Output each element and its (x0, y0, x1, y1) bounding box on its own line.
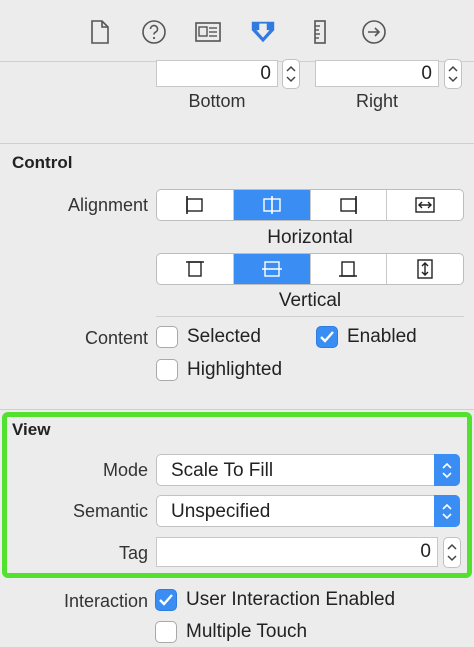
align-top-segment[interactable] (157, 254, 234, 284)
chevron-down-icon (447, 555, 457, 562)
align-bottom-icon (339, 261, 358, 277)
semantic-label: Semantic (72, 501, 148, 521)
semantic-popup[interactable]: Unspecified (156, 495, 460, 527)
align-left-segment[interactable] (157, 190, 234, 220)
multiple-touch-label: Multiple Touch (186, 621, 308, 642)
horizontal-caption: Horizontal (267, 227, 353, 248)
align-middle-icon (261, 261, 282, 277)
view-section-title: View (12, 420, 51, 439)
enabled-checkbox[interactable]: Enabled (316, 326, 417, 348)
chevron-up-icon (448, 65, 458, 72)
highlighted-label: Highlighted (187, 359, 283, 380)
highlighted-check-box[interactable] (156, 359, 178, 381)
chevron-up-icon (286, 65, 296, 72)
bottom-inset-stepper[interactable] (282, 59, 300, 89)
checkmark-icon (159, 594, 173, 606)
arrow-circle-icon[interactable] (360, 18, 388, 46)
popup-arrows-icon (434, 454, 460, 486)
attributes-arrow-icon[interactable] (249, 18, 277, 46)
chevron-down-icon (448, 76, 458, 83)
mode-label: Mode (102, 460, 148, 480)
bottom-inset-label: Bottom (188, 91, 246, 111)
interaction-label: Interaction (63, 591, 148, 611)
content-label: Content (84, 328, 148, 348)
tag-stepper[interactable] (443, 537, 461, 568)
multiple-touch-checkbox[interactable]: Multiple Touch (155, 621, 307, 643)
tag-field[interactable]: 0 (156, 537, 438, 567)
user-interaction-check-box[interactable] (155, 589, 177, 611)
vertical-alignment-control[interactable] (156, 253, 464, 285)
align-middle-segment[interactable] (233, 254, 311, 284)
user-interaction-checkbox[interactable]: User Interaction Enabled (155, 589, 395, 611)
identity-card-icon[interactable] (194, 18, 222, 46)
popup-arrows-icon (434, 495, 460, 527)
align-fill-vertical-segment[interactable] (387, 254, 463, 284)
align-left-icon (186, 196, 203, 214)
section-divider (0, 143, 474, 144)
align-center-segment[interactable] (233, 190, 311, 220)
selected-label: Selected (187, 326, 261, 347)
control-section-title: Control (12, 153, 73, 172)
selected-checkbox[interactable]: Selected (156, 326, 261, 348)
inspector-toolbar (0, 0, 474, 62)
align-top-icon (185, 261, 204, 277)
section-divider (0, 409, 474, 410)
fill-horizontal-icon (415, 197, 435, 213)
align-center-icon (262, 196, 281, 214)
selected-check-box[interactable] (156, 326, 178, 348)
enabled-check-box[interactable] (316, 326, 338, 348)
mode-value: Scale To Fill (171, 460, 274, 481)
user-interaction-label: User Interaction Enabled (186, 589, 396, 610)
enabled-label: Enabled (347, 326, 417, 347)
alignment-label: Alignment (67, 195, 148, 215)
control-inner-divider (156, 316, 464, 317)
align-right-segment[interactable] (311, 190, 388, 220)
fill-vertical-icon (417, 259, 433, 279)
align-bottom-segment[interactable] (311, 254, 388, 284)
vertical-caption: Vertical (278, 290, 342, 311)
align-right-icon (340, 196, 358, 214)
chevron-down-icon (286, 76, 296, 83)
horizontal-alignment-control[interactable] (156, 189, 464, 221)
align-fill-segment[interactable] (387, 190, 463, 220)
semantic-value: Unspecified (171, 501, 271, 522)
right-inset-stepper[interactable] (444, 59, 462, 89)
help-icon[interactable] (140, 18, 168, 46)
multiple-touch-check-box[interactable] (155, 621, 177, 643)
ruler-icon[interactable] (306, 18, 334, 46)
highlighted-checkbox[interactable]: Highlighted (156, 359, 282, 381)
bottom-inset-field[interactable]: 0 (156, 60, 278, 87)
right-inset-field[interactable]: 0 (315, 60, 439, 87)
mode-popup[interactable]: Scale To Fill (156, 454, 460, 486)
right-inset-label: Right (355, 91, 399, 111)
tag-label: Tag (118, 543, 148, 563)
file-icon[interactable] (86, 18, 114, 46)
chevron-up-icon (447, 543, 457, 550)
checkmark-icon (320, 331, 334, 343)
